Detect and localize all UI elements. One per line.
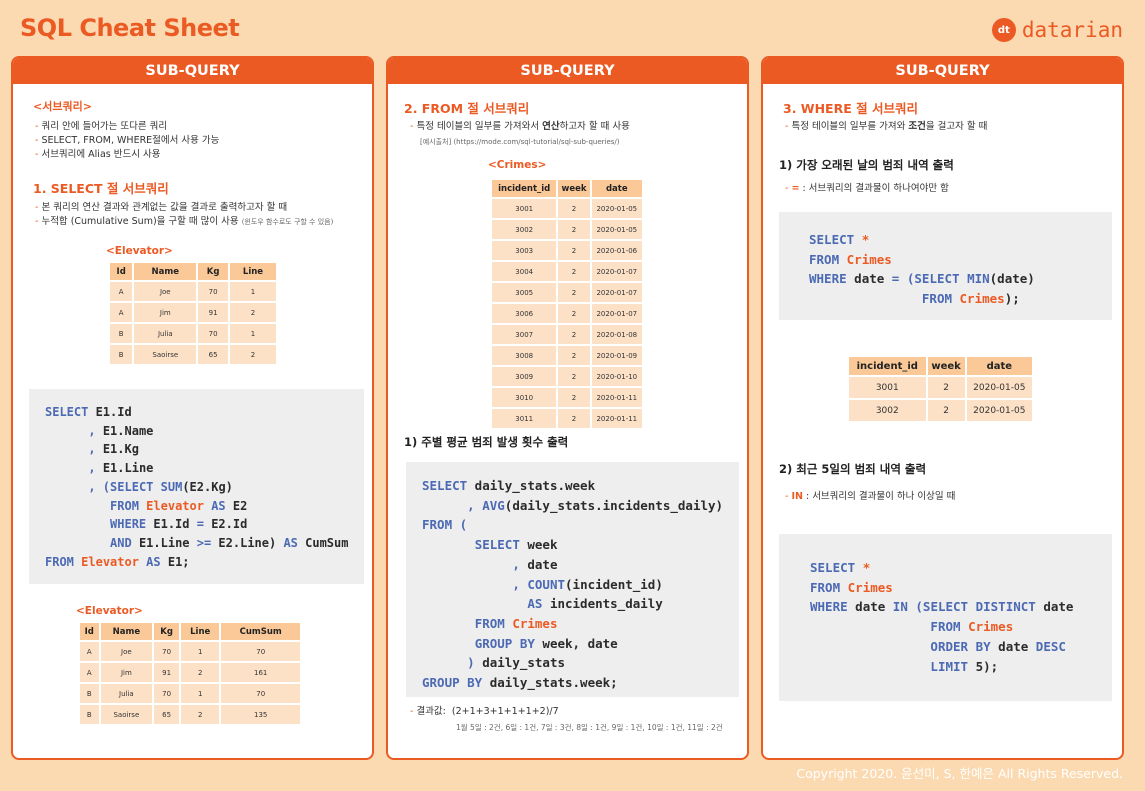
table-caption: <Elevator> (106, 245, 173, 257)
panel-select-subquery: SUB-QUERY <서브쿼리> - 쿼리 안에 들어가는 또다른 쿼리 - S… (11, 56, 374, 760)
table-caption: <Crimes> (488, 159, 547, 171)
subsection-title: 2) 최근 5일의 범죄 내역 출력 (779, 462, 927, 476)
bullet: - 쿼리 안에 들어가는 또다른 쿼리 (35, 121, 168, 132)
bullet: - 서브쿼리에 Alias 반드시 사용 (35, 149, 161, 160)
table-row: 3001 2 2020-01-05 (847, 375, 1035, 400)
subsection-title: 1) 가장 오래된 날의 범죄 내역 출력 (779, 158, 954, 172)
elevator-cumsum-table: Id Name Kg Line CumSum A Joe 70 1 70 A Jim 91 2 161 … (78, 621, 302, 726)
table-row: 3010 2 2020-01-11 (489, 386, 645, 409)
bullet: - 특정 테이블의 일부를 가져와서 연산하고자 할 때 사용 (410, 121, 630, 132)
table-row: 3009 2 2020-01-10 (489, 365, 645, 388)
section-note: (윈도우 함수로도 구할 수 있음) (241, 218, 334, 226)
copyright: Copyright 2020. 윤선미, S, 한예은 All Rights R… (796, 766, 1123, 781)
intro-title: <서브쿼리> (33, 100, 92, 113)
panel-header: SUB-QUERY (763, 58, 1122, 84)
bullet: - SELECT, FROM, WHERE절에서 사용 가능 (35, 135, 220, 146)
bullet: - 누적합 (Cumulative Sum)을 구할 때 많이 사용 (윈도우 … (35, 216, 334, 227)
table-row: 3004 2 2020-01-07 (489, 260, 645, 283)
table-row: A Joe 70 1 70 (78, 640, 302, 663)
intro-bullets: - 쿼리 안에 들어가는 또다른 쿼리 - SELECT, FROM, WHER… (35, 120, 219, 162)
section-bullets: - 본 쿼리의 연산 결과와 관계없는 값을 결과로 출력하고자 할 때 - 누… (35, 201, 333, 229)
source-link[interactable]: [예시출처] (https://mode.com/sql-tutorial/sq… (420, 137, 620, 147)
bullet: - = : 서브쿼리의 결과물이 하나여야만 함 (785, 183, 949, 194)
table-row: B Julia 70 1 70 (78, 682, 302, 705)
panel-header: SUB-QUERY (13, 58, 372, 84)
bullet: - IN : 서브쿼리의 결과물이 하나 이상일 때 (785, 491, 956, 502)
brand: dt datarian (991, 18, 1123, 42)
table-row: A Joe 70 1 (107, 280, 279, 303)
table-row: 3001 2 2020-01-05 (489, 197, 645, 220)
table-row: 3002 2 2020-01-05 (847, 398, 1035, 423)
code-block-from: SELECT daily_stats.week , AVG(daily_stat… (406, 462, 739, 697)
section-title: 3. WHERE 절 서브쿼리 (783, 101, 918, 116)
bullet: - 본 쿼리의 연산 결과와 관계없는 값을 결과로 출력하고자 할 때 (35, 202, 288, 213)
panel-header: SUB-QUERY (388, 58, 747, 84)
section-title: 1. SELECT 절 서브쿼리 (33, 181, 169, 196)
datarian-logo-icon: dt (991, 18, 1016, 42)
table-row: A Jim 91 2 (107, 301, 279, 324)
result-detail: 1월 5일 : 2건, 6일 : 1건, 7일 : 3건, 8일 : 1건, 9… (456, 723, 723, 732)
table-row: 3008 2 2020-01-09 (489, 344, 645, 367)
table-row: B Julia 70 1 (107, 322, 279, 345)
table-row: B Saoirse 65 2 (107, 343, 279, 366)
panel-from-subquery: SUB-QUERY 2. FROM 절 서브쿼리 - 특정 테이블의 일부를 가… (386, 56, 749, 760)
elevator-table: Id Name Kg Line A Joe 70 1 A Jim 91 2 B Julia 70 1 B… (107, 261, 279, 366)
table-row: 3006 2 2020-01-07 (489, 302, 645, 325)
brand-name: datarian (1021, 18, 1123, 42)
code-block-select: SELECT E1.Id , E1.Name , E1.Kg , E1.Line… (29, 389, 364, 584)
code-block-where-min: SELECT * FROM Crimes WHERE date = (SELEC… (779, 212, 1112, 320)
table-row: 3011 2 2020-01-11 (489, 407, 645, 430)
section-title: 2. FROM 절 서브쿼리 (404, 101, 530, 116)
result-value: - 결과값: (2+1+3+1+1+1+2)/7 (410, 706, 559, 717)
page-title: SQL Cheat Sheet (20, 14, 240, 42)
table-row: 3002 2 2020-01-05 (489, 218, 645, 241)
table-caption: <Elevator> (76, 605, 143, 617)
panel-where-subquery: SUB-QUERY 3. WHERE 절 서브쿼리 - 특정 테이블의 일부를 … (761, 56, 1124, 760)
code-block-where-in: SELECT * FROM Crimes WHERE date IN (SELE… (779, 534, 1112, 701)
subsection-title: 1) 주별 평균 범죄 발생 횟수 출력 (404, 435, 569, 449)
bullet: - 특정 테이블의 일부를 가져와 조건을 걸고자 할 때 (785, 121, 988, 132)
table-row: 3003 2 2020-01-06 (489, 239, 645, 262)
table-row: 3005 2 2020-01-07 (489, 281, 645, 304)
result-table: incident_id week date 3001 2 2020-01-05 3002… (847, 355, 1035, 423)
table-row: A Jim 91 2 161 (78, 661, 302, 684)
crimes-table: incident_id week date 3001 2 2020-01-05 3002… (489, 178, 645, 430)
table-row: 3007 2 2020-01-08 (489, 323, 645, 346)
table-row: B Saoirse 65 2 135 (78, 703, 302, 726)
